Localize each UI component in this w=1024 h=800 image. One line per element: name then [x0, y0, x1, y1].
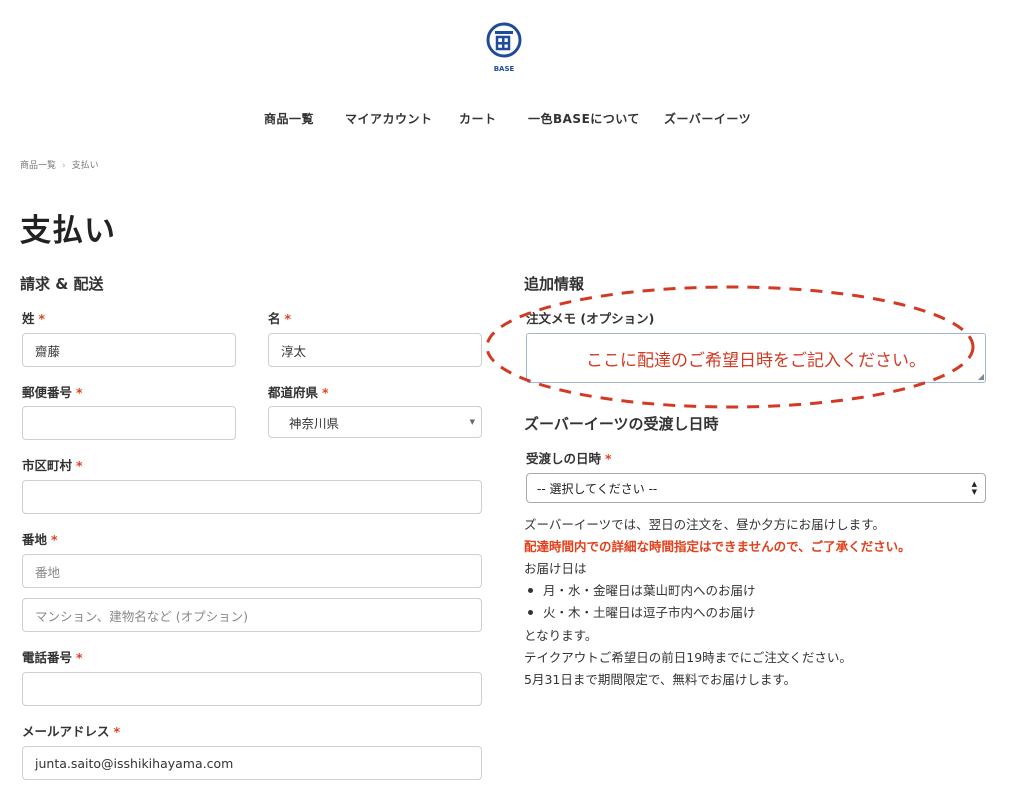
- first-name-input[interactable]: 淳太: [268, 333, 482, 367]
- delivery-days-outro: となります。: [524, 628, 598, 643]
- nav-item-about[interactable]: 一色BASEについて: [528, 110, 640, 127]
- required-mark: *: [76, 650, 83, 665]
- list-item: 火・木・土曜日は逗子市内へのお届け: [528, 602, 756, 621]
- delivery-heading: ズーバーイーツの受渡し日時: [524, 415, 719, 433]
- required-mark: *: [51, 532, 58, 547]
- breadcrumb-separator: ›: [62, 161, 66, 171]
- required-mark: *: [76, 385, 83, 400]
- delivery-select-value: -- 選択してください --: [537, 481, 658, 496]
- delivery-info-text: ズーバーイーツでは、翌日の注文を、昼か夕方にお届けします。: [524, 517, 885, 532]
- dropdown-arrow-icon: ▼: [469, 418, 475, 426]
- address-input[interactable]: 番地: [22, 554, 482, 588]
- nav-item-products[interactable]: 商品一覧: [264, 110, 314, 127]
- list-item: 月・水・金曜日は葉山町内へのお届け: [528, 580, 756, 599]
- annotation-oval: [485, 285, 975, 409]
- address-line2-input[interactable]: マンション、建物名など (オプション): [22, 598, 482, 632]
- phone-label: 電話番号 *: [22, 650, 83, 665]
- email-input[interactable]: junta.saito@isshikihayama.com: [22, 746, 482, 780]
- prefecture-select[interactable]: 神奈川県 ▼: [268, 406, 482, 438]
- select-updown-icon: ▲ ▼: [971, 480, 977, 496]
- breadcrumb: 商品一覧 › 支払い: [20, 158, 99, 171]
- site-logo[interactable]: BASE: [484, 22, 524, 78]
- first-name-label: 名 *: [268, 311, 292, 326]
- required-mark: *: [76, 458, 83, 473]
- required-mark: *: [284, 311, 292, 326]
- bullet-icon: [528, 588, 533, 593]
- logo-icon: BASE: [486, 22, 522, 73]
- required-mark: *: [322, 385, 329, 400]
- prefecture-select-value: 神奈川県: [289, 415, 340, 431]
- postcode-label: 郵便番号 *: [22, 385, 83, 400]
- page-title: 支払い: [20, 213, 116, 249]
- last-name-label: 姓 *: [22, 311, 46, 326]
- required-mark: *: [113, 724, 121, 739]
- svg-text:BASE: BASE: [494, 65, 515, 73]
- postcode-input[interactable]: [22, 406, 236, 440]
- address-label: 番地 *: [22, 532, 58, 547]
- nav-item-my-account[interactable]: マイアカウント: [345, 110, 433, 127]
- last-name-input[interactable]: 齋藤: [22, 333, 236, 367]
- required-mark: *: [605, 451, 612, 466]
- delivery-days-intro: お届け日は: [524, 561, 587, 576]
- main-nav: 商品一覧 マイアカウント カート 一色BASEについて ズーバーイーツ: [0, 110, 1024, 130]
- breadcrumb-home-link[interactable]: 商品一覧: [20, 158, 56, 171]
- breadcrumb-current: 支払い: [71, 161, 99, 171]
- required-mark: *: [38, 311, 46, 326]
- billing-heading: 請求 & 配送: [20, 275, 104, 293]
- phone-input[interactable]: [22, 672, 482, 706]
- prefecture-label: 都道府県 *: [268, 385, 329, 400]
- bullet-icon: [528, 610, 533, 615]
- delivery-datetime-label: 受渡しの日時 *: [526, 451, 612, 466]
- delivery-datetime-select[interactable]: -- 選択してください -- ▲ ▼: [526, 473, 986, 503]
- delivery-warning-text: 配達時間内での詳細な時間指定はできませんので、ご了承ください。: [524, 539, 911, 554]
- city-input[interactable]: [22, 480, 482, 514]
- nav-item-cart[interactable]: カート: [459, 110, 497, 127]
- takeout-deadline-text: テイクアウトご希望日の前日19時までにご注文ください。: [524, 650, 852, 665]
- free-delivery-text: 5月31日まで期間限定で、無料でお届けします。: [524, 672, 797, 687]
- city-label: 市区町村 *: [22, 458, 83, 473]
- nav-item-zuber-eats[interactable]: ズーバーイーツ: [664, 110, 751, 127]
- email-label: メールアドレス *: [22, 724, 121, 739]
